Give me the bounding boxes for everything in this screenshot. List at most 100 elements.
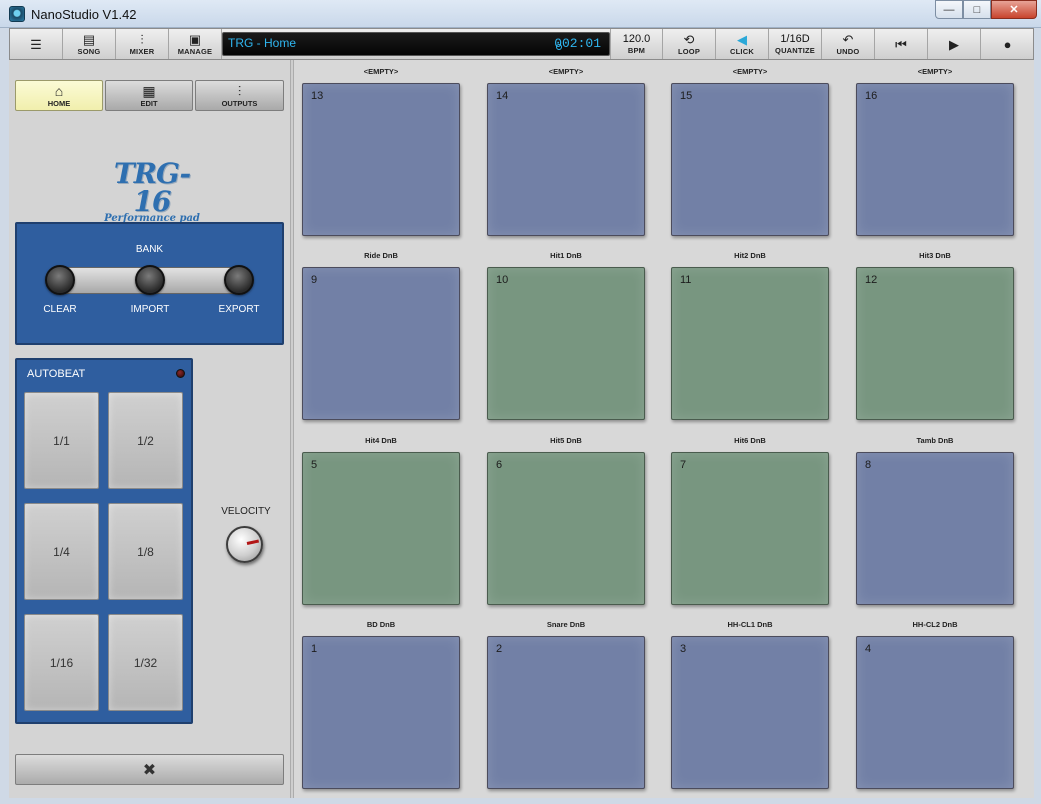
- menu-button[interactable]: ☰: [10, 29, 63, 59]
- drum-pad[interactable]: 10: [487, 267, 645, 420]
- undo-button[interactable]: ↶ UNDO: [822, 29, 875, 59]
- autobeat-pad-1-4[interactable]: 1/4: [24, 503, 99, 600]
- outputs-tab[interactable]: ⫶ OUTPUTS: [195, 80, 284, 111]
- outputs-label: OUTPUTS: [221, 98, 258, 108]
- pad-number: 8: [865, 459, 872, 471]
- autobeat-pad-1-32[interactable]: 1/32: [108, 614, 183, 711]
- rewind-icon: ⏮: [895, 36, 907, 52]
- bpm-value: 120.0: [622, 33, 651, 45]
- app-icon: [9, 6, 25, 22]
- pad-number: 12: [865, 274, 878, 286]
- clear-button[interactable]: [45, 265, 75, 295]
- clear-label: CLEAR: [43, 304, 77, 315]
- autobeat-pad-1-1[interactable]: 1/1: [24, 392, 99, 489]
- pad-number: 6: [496, 459, 503, 471]
- autobeat-pad-1-2[interactable]: 1/2: [108, 392, 183, 489]
- record-button[interactable]: ●: [981, 29, 1034, 59]
- drum-pad[interactable]: 4: [856, 636, 1014, 789]
- drum-pad[interactable]: 16: [856, 83, 1014, 236]
- pad-label: <EMPTY>: [548, 67, 584, 76]
- drum-pad[interactable]: 14: [487, 83, 645, 236]
- mixer-button[interactable]: ⫶ MIXER: [116, 29, 169, 59]
- pad-label: BD DnB: [366, 620, 396, 629]
- mute-icon: ✖: [142, 761, 157, 779]
- bpm-label: BPM: [627, 46, 646, 55]
- pad-label: Hit6 DnB: [734, 436, 766, 445]
- loop-icon: ⟲: [683, 31, 695, 47]
- undo-icon: ↶: [842, 31, 854, 47]
- rewind-button[interactable]: ⏮: [875, 29, 928, 59]
- song-button[interactable]: ▤ SONG: [63, 29, 116, 59]
- pad-number: 9: [311, 274, 318, 286]
- pad-label: HH-CL2 DnB: [912, 620, 958, 629]
- toolbar: ☰ ▤ SONG ⫶ MIXER ▣ MANAGE TRG - Home 002…: [9, 28, 1034, 60]
- home-icon: ⌂: [54, 82, 64, 99]
- undo-label: UNDO: [836, 46, 860, 56]
- song-icon: ▤: [82, 31, 96, 47]
- edit-label: EDIT: [140, 98, 158, 108]
- autobeat-pad-1-16[interactable]: 1/16: [24, 614, 99, 711]
- time-display: 002:01: [554, 36, 601, 51]
- window-controls: — □ ✕: [935, 0, 1037, 19]
- bank-panel: BANK CLEAR IMPORT EXPORT: [15, 222, 284, 345]
- pad-number: 16: [865, 90, 878, 102]
- loop-label: LOOP: [677, 46, 701, 56]
- autobeat-pad-1-8[interactable]: 1/8: [108, 503, 183, 600]
- pad-label: Hit5 DnB: [550, 436, 582, 445]
- drum-pad[interactable]: 6: [487, 452, 645, 605]
- minimize-button[interactable]: —: [935, 0, 963, 19]
- quantize-label: QUANTIZE: [775, 46, 815, 55]
- import-label: IMPORT: [130, 304, 170, 315]
- pad-label: <EMPTY>: [917, 67, 953, 76]
- pad-label: <EMPTY>: [732, 67, 768, 76]
- drum-pad[interactable]: 11: [671, 267, 829, 420]
- close-button[interactable]: ✕: [991, 0, 1037, 19]
- bpm-button[interactable]: 120.0 BPM: [610, 29, 663, 59]
- left-panel: ⌂ HOME ▦ EDIT ⫶ OUTPUTS TRG-16 Performan…: [9, 60, 292, 798]
- logo-title: TRG-16: [113, 157, 191, 218]
- import-button[interactable]: [135, 265, 165, 295]
- pad-number: 10: [496, 274, 509, 286]
- grid-icon: ▦: [142, 82, 156, 99]
- manage-button[interactable]: ▣ MANAGE: [169, 29, 222, 59]
- click-button[interactable]: ◀ CLICK: [716, 29, 769, 59]
- home-tab[interactable]: ⌂ HOME: [15, 80, 103, 111]
- play-icon: ▶: [949, 36, 959, 52]
- pad-number: 1: [311, 643, 318, 655]
- mixer-label: MIXER: [129, 46, 155, 56]
- bank-title: BANK: [135, 244, 164, 255]
- pad-number: 3: [680, 643, 687, 655]
- velocity-knob[interactable]: [226, 526, 263, 563]
- drum-pad[interactable]: 3: [671, 636, 829, 789]
- drum-pad[interactable]: 13: [302, 83, 460, 236]
- screen-name: TRG - Home: [228, 36, 297, 50]
- sliders-icon: ⫶: [237, 82, 242, 99]
- drum-pad[interactable]: 9: [302, 267, 460, 420]
- pad-label: Tamb DnB: [916, 436, 954, 445]
- quantize-button[interactable]: 1/16D QUANTIZE: [769, 29, 822, 59]
- maximize-button[interactable]: □: [963, 0, 991, 19]
- pad-number: 5: [311, 459, 318, 471]
- mixer-icon: ⫶: [140, 31, 144, 47]
- trg16-logo: TRG-16 Performance pad: [97, 160, 207, 224]
- export-button[interactable]: [224, 265, 254, 295]
- loop-button[interactable]: ⟲ LOOP: [663, 29, 716, 59]
- pad-label: Hit1 DnB: [550, 251, 582, 260]
- drum-pad[interactable]: 1: [302, 636, 460, 789]
- edit-tab[interactable]: ▦ EDIT: [105, 80, 193, 111]
- pad-number: 14: [496, 90, 509, 102]
- drum-pad[interactable]: 12: [856, 267, 1014, 420]
- drum-pad[interactable]: 8: [856, 452, 1014, 605]
- drum-pad[interactable]: 2: [487, 636, 645, 789]
- drum-pad[interactable]: 7: [671, 452, 829, 605]
- song-label: SONG: [77, 46, 101, 56]
- speaker-icon: ◀: [737, 31, 747, 47]
- pad-label: Ride DnB: [364, 251, 398, 260]
- pad-number: 2: [496, 643, 503, 655]
- pad-number: 15: [680, 90, 693, 102]
- drum-pad[interactable]: 5: [302, 452, 460, 605]
- bottom-action-button[interactable]: ✖: [15, 754, 284, 785]
- drum-pad[interactable]: 15: [671, 83, 829, 236]
- home-label: HOME: [47, 98, 71, 108]
- play-button[interactable]: ▶: [928, 29, 981, 59]
